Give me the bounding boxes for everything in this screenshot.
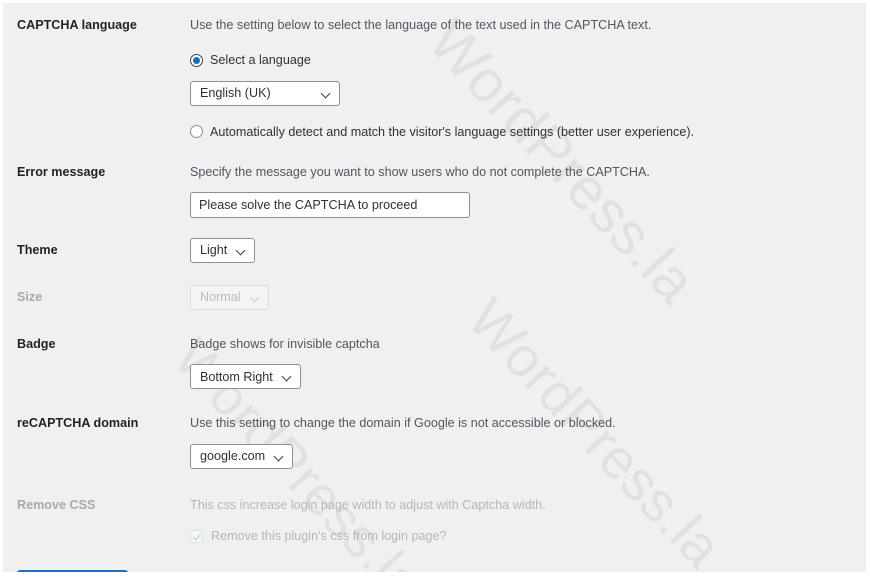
body-badge: Badge shows for invisible captcha Bottom…	[190, 335, 866, 390]
chevron-down-icon	[251, 293, 260, 302]
body-size: Normal	[190, 285, 866, 311]
radio-select-language-icon[interactable]	[190, 53, 203, 67]
recaptcha-domain-select[interactable]: google.com	[190, 443, 294, 469]
submit-area: Save Changes	[3, 544, 866, 572]
radio-option-select-language[interactable]: Select a language	[190, 52, 866, 68]
domain-select-wrapper: google.com	[190, 443, 866, 469]
body-error-message: Specify the message you want to show use…	[190, 163, 866, 219]
language-select-wrapper: English (UK)	[190, 80, 866, 106]
body-captcha-language: Use the setting below to select the lang…	[190, 16, 866, 140]
size-select: Normal	[190, 285, 269, 311]
badge-select[interactable]: Bottom Right	[190, 364, 301, 390]
row-badge: Badge Badge shows for invisible captcha …	[3, 310, 866, 390]
body-theme: Light	[190, 238, 866, 264]
label-badge: Badge	[17, 337, 56, 352]
chevron-down-icon	[322, 89, 331, 98]
badge-select-wrapper: Bottom Right	[190, 364, 866, 390]
radio-select-language-label: Select a language	[210, 53, 311, 68]
error-message-input-wrapper	[190, 192, 866, 219]
theme-select[interactable]: Light	[190, 238, 256, 264]
body-remove-css: This css increase login page width to ad…	[190, 496, 866, 545]
error-message-input[interactable]	[190, 192, 470, 219]
label-error-message: Error message	[17, 164, 106, 179]
radio-auto-detect-icon[interactable]	[190, 125, 203, 139]
description-badge: Badge shows for invisible captcha	[190, 337, 380, 352]
body-recaptcha-domain: Use this setting to change the domain if…	[190, 414, 866, 469]
description-recaptcha-domain: Use this setting to change the domain if…	[190, 416, 616, 431]
chevron-down-icon	[237, 246, 246, 255]
row-error-message: Error message Specify the message you wa…	[3, 140, 866, 219]
row-recaptcha-domain: reCAPTCHA domain Use this setting to cha…	[3, 389, 866, 469]
label-recaptcha-domain: reCAPTCHA domain	[17, 416, 139, 431]
badge-select-value: Bottom Right	[200, 369, 273, 384]
description-remove-css: This css increase login page width to ad…	[190, 497, 546, 512]
remove-css-checkbox-label: Remove this plugin's css from login page…	[211, 528, 447, 543]
row-captcha-language: CAPTCHA language Use the setting below t…	[3, 3, 866, 140]
chevron-down-icon	[283, 372, 292, 381]
save-changes-button[interactable]: Save Changes	[17, 570, 129, 572]
description-error-message: Specify the message you want to show use…	[190, 164, 650, 179]
description-captcha-language: Use the setting below to select the lang…	[190, 18, 652, 32]
remove-css-checkbox	[190, 529, 203, 543]
settings-form-table: CAPTCHA language Use the setting below t…	[3, 3, 866, 544]
recaptcha-domain-select-value: google.com	[200, 448, 266, 463]
row-theme: Theme Light	[3, 218, 866, 264]
row-size: Size Normal	[3, 263, 866, 311]
label-remove-css: Remove CSS	[17, 497, 96, 512]
size-select-value: Normal	[200, 290, 241, 305]
language-select-value: English (UK)	[200, 85, 271, 100]
label-size: Size	[17, 290, 43, 305]
label-theme: Theme	[17, 243, 58, 258]
label-captcha-language: CAPTCHA language	[17, 18, 137, 32]
remove-css-checkbox-row: Remove this plugin's css from login page…	[190, 528, 866, 544]
chevron-down-icon	[275, 452, 284, 461]
language-select[interactable]: English (UK)	[190, 80, 340, 106]
radio-auto-detect-label: Automatically detect and match the visit…	[210, 124, 695, 139]
theme-select-value: Light	[200, 243, 228, 258]
row-remove-css: Remove CSS This css increase login page …	[3, 469, 866, 545]
settings-page: WordPress.la WordPress.la WordPress.la C…	[3, 3, 866, 572]
radio-option-auto-detect[interactable]: Automatically detect and match the visit…	[190, 124, 866, 140]
screenshot-root: WordPress.la WordPress.la WordPress.la C…	[0, 0, 870, 577]
